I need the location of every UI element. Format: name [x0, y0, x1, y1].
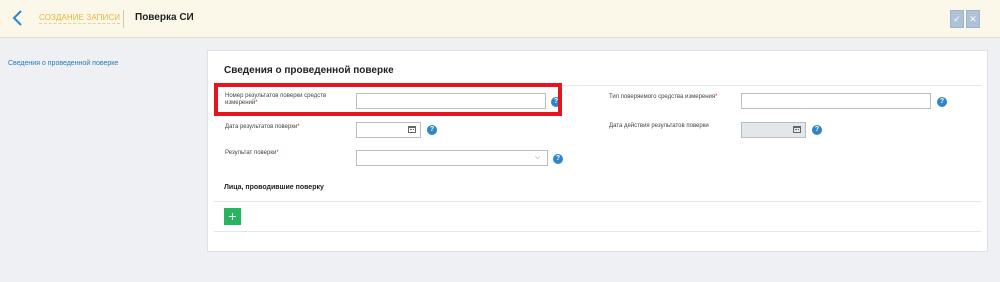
help-icon[interactable]: ?: [427, 125, 437, 135]
help-icon[interactable]: ?: [937, 97, 947, 107]
calendar-icon[interactable]: [408, 126, 416, 133]
close-button[interactable]: ✕: [966, 10, 980, 28]
page-title: Поверка СИ: [135, 12, 194, 23]
instrument-type-label: Тип поверяемого средства измерения*: [609, 94, 718, 100]
sidebar-item-verification-info[interactable]: Сведения о проведенной поверке: [8, 60, 118, 67]
header-divider: [123, 10, 124, 28]
result-label: Результат поверки*: [225, 150, 279, 156]
save-button[interactable]: ✓: [950, 10, 964, 28]
result-date-label: Дата результатов поверки*: [225, 124, 300, 130]
divider: [214, 85, 981, 86]
form-panel: Сведения о проведенной поверке Номер рез…: [207, 50, 988, 252]
help-icon[interactable]: ?: [553, 154, 563, 164]
validity-date-label: Дата действия результатов поверки: [609, 123, 709, 129]
instrument-type-input[interactable]: [741, 93, 931, 109]
form-title: Сведения о проведенной поверке: [224, 65, 394, 76]
chevron-down-icon[interactable]: ⌵: [535, 154, 540, 162]
result-select[interactable]: [356, 150, 548, 166]
divider: [214, 201, 981, 202]
calendar-icon: [793, 126, 801, 133]
help-icon[interactable]: ?: [812, 125, 822, 135]
result-number-input[interactable]: [356, 93, 546, 109]
result-number-label: Номер результатов поверки средств измере…: [225, 93, 327, 106]
chevron-left-icon[interactable]: [8, 8, 28, 28]
breadcrumb[interactable]: СОЗДАНИЕ ЗАПИСИ: [39, 13, 121, 24]
header: СОЗДАНИЕ ЗАПИСИ Поверка СИ ✓ ✕: [0, 0, 1000, 38]
add-person-button[interactable]: +: [224, 208, 241, 225]
close-icon: ✕: [969, 14, 977, 24]
check-icon: ✓: [953, 14, 961, 24]
divider: [214, 231, 981, 232]
persons-section-title: Лица, проводившие поверку: [224, 184, 324, 191]
help-icon[interactable]: ?: [551, 97, 561, 107]
